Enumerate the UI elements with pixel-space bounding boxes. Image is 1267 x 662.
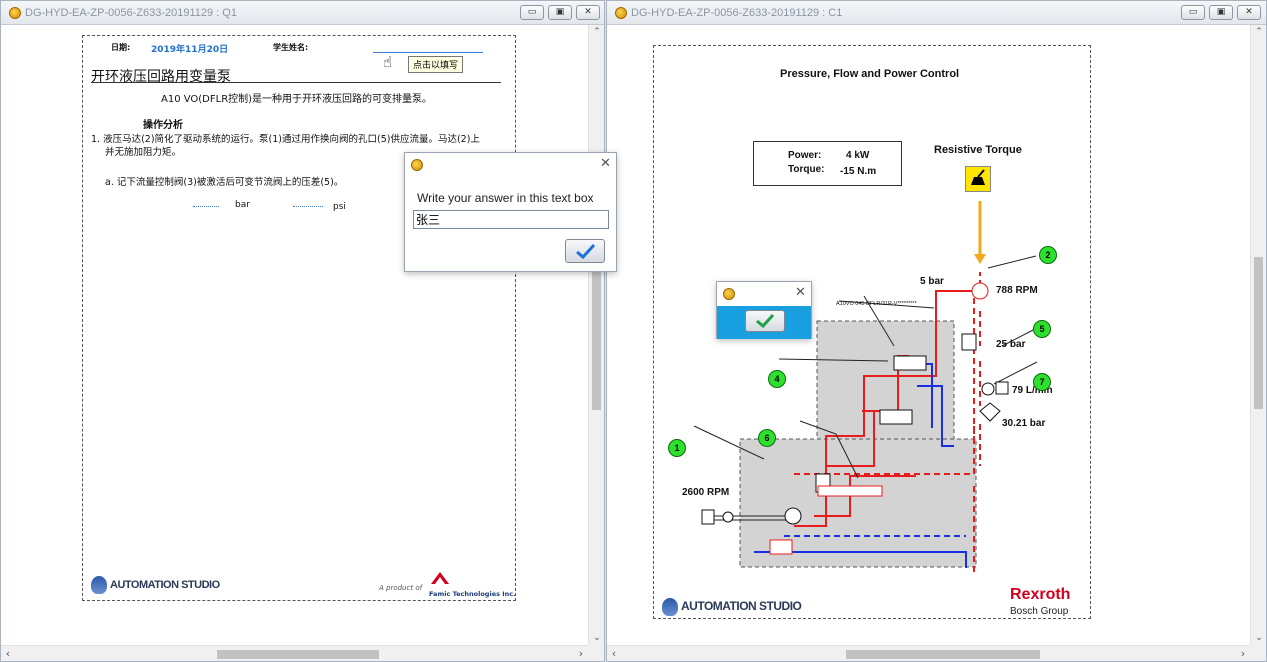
scroll-down-arrow-icon[interactable]: ⌄ <box>1251 631 1267 645</box>
student-name-label: 学生姓名: <box>273 43 309 52</box>
pump-code-label: A10VO 045 DFLR/31R-V********* <box>836 301 917 307</box>
question-item-1-line-1: 1. 液压马达(2)简化了驱动系统的运行。泵(1)通过用作换向阀的孔口(5)供应… <box>91 134 480 145</box>
scroll-up-arrow-icon[interactable]: ⌃ <box>1251 25 1267 39</box>
answer-field-bar[interactable] <box>193 206 219 207</box>
title-rule <box>91 82 501 83</box>
bosch-group-label: Bosch Group <box>1010 606 1069 617</box>
question-horizontal-scrollbar[interactable]: ‹ › <box>1 645 588 661</box>
answer-prompt: Write your answer in this text box <box>417 191 594 205</box>
scroll-left-arrow-icon[interactable]: ‹ <box>607 646 621 662</box>
minimize-button[interactable]: ▭ <box>1181 5 1205 20</box>
automation-studio-logo-mark <box>91 576 107 594</box>
document-subtitle: A10 VO(DFLR控制)是一种用于开环液压回路的可变排量泵。 <box>161 94 433 105</box>
component-badge[interactable]: 5 <box>1033 320 1051 338</box>
maximize-button[interactable]: ▣ <box>1209 5 1233 20</box>
component-badge[interactable]: 4 <box>768 370 786 388</box>
unit-bar-label: bar <box>235 200 250 210</box>
famic-logo-icon <box>431 572 449 584</box>
close-icon[interactable]: ✕ <box>600 156 611 171</box>
circuit-document-area: Pressure, Flow and Power Control Power: … <box>607 25 1250 645</box>
minimize-button[interactable]: ▭ <box>520 5 544 20</box>
circuit-window: DG-HYD-EA-ZP-0056-Z633-20191129 : C1 ▭ ▣… <box>606 0 1267 662</box>
scroll-right-arrow-icon[interactable]: › <box>1236 646 1250 662</box>
maximize-button[interactable]: ▣ <box>548 5 572 20</box>
unit-psi-label: psi <box>333 202 346 212</box>
automation-studio-logo-mark <box>662 598 678 616</box>
question-document-area: 日期: 2019年11月20日 学生姓名: ☝ 点击以填写 开环液压回路用变量泵… <box>1 25 588 645</box>
pressure-5bar-label: 5 bar <box>920 276 944 287</box>
answer-dialog: ✕ Write your answer in this text box <box>404 152 617 272</box>
confirm-button[interactable] <box>745 310 785 332</box>
footer-logo-text: AUTOMATION STUDIO <box>681 599 802 614</box>
component-badge[interactable]: 7 <box>1033 373 1051 391</box>
vertical-scroll-thumb[interactable] <box>1254 257 1263 409</box>
question-vertical-scrollbar[interactable]: ⌃ ⌄ <box>588 25 604 645</box>
component-badge[interactable]: 6 <box>758 429 776 447</box>
document-title: 开环液压回路用变量泵 <box>91 69 231 85</box>
automation-studio-icon <box>615 7 627 19</box>
window-title: DG-HYD-EA-ZP-0056-Z633-20191129 : C1 <box>631 7 843 19</box>
component-badge[interactable]: 1 <box>668 439 686 457</box>
checkmark-icon <box>756 313 775 329</box>
close-button[interactable]: ✕ <box>576 5 600 20</box>
answer-input[interactable] <box>413 210 609 229</box>
vertical-scroll-thumb[interactable] <box>592 250 601 410</box>
automation-studio-icon <box>9 7 21 19</box>
hand-cursor-icon: ☝ <box>383 53 393 71</box>
resize-grip[interactable] <box>1250 645 1266 661</box>
close-button[interactable]: ✕ <box>1237 5 1261 20</box>
footer-logo-text: AUTOMATION STUDIO <box>110 578 220 591</box>
pressure-25bar-label: 25 bar <box>996 339 1026 350</box>
question-item-a: a. 记下流量控制阀(3)被激活后可变节流阀上的压差(5)。 <box>105 177 344 188</box>
close-icon[interactable]: ✕ <box>795 285 806 300</box>
answer-field-psi[interactable] <box>293 206 323 207</box>
question-page: 日期: 2019年11月20日 学生姓名: ☝ 点击以填写 开环液压回路用变量泵… <box>82 35 516 601</box>
component-badge[interactable]: 2 <box>1039 246 1057 264</box>
scroll-up-arrow-icon[interactable]: ⌃ <box>589 25 605 39</box>
horizontal-scroll-thumb[interactable] <box>217 650 379 659</box>
circuit-vertical-scrollbar[interactable]: ⌃ ⌄ <box>1250 25 1266 645</box>
scroll-left-arrow-icon[interactable]: ‹ <box>1 646 15 662</box>
horizontal-scroll-thumb[interactable] <box>846 650 1040 659</box>
question-window: DG-HYD-EA-ZP-0056-Z633-20191129 : Q1 ▭ ▣… <box>0 0 605 662</box>
question-window-titlebar[interactable]: DG-HYD-EA-ZP-0056-Z633-20191129 : Q1 ▭ ▣… <box>1 1 604 25</box>
scroll-down-arrow-icon[interactable]: ⌄ <box>589 631 605 645</box>
fill-tooltip: 点击以填写 <box>408 56 464 73</box>
date-label: 日期: <box>111 43 131 52</box>
automation-studio-icon <box>723 288 735 300</box>
automation-studio-logo: AUTOMATION STUDIO <box>91 576 220 594</box>
footer-product-label: A product of <box>379 584 423 592</box>
date-value: 2019年11月20日 <box>151 45 229 55</box>
confirm-button[interactable] <box>565 239 605 263</box>
window-title: DG-HYD-EA-ZP-0056-Z633-20191129 : Q1 <box>25 7 237 19</box>
section-heading: 操作分析 <box>143 120 183 131</box>
automation-studio-logo: AUTOMATION STUDIO <box>662 598 802 616</box>
circuit-window-titlebar[interactable]: DG-HYD-EA-ZP-0056-Z633-20191129 : C1 ▭ ▣… <box>607 1 1266 25</box>
footer-company: Famic Technologies Inc. <box>429 590 516 598</box>
motor-rpm-label: 788 RPM <box>996 285 1038 296</box>
circuit-horizontal-scrollbar[interactable]: ‹ › <box>607 645 1250 661</box>
pump-rpm-label: 2600 RPM <box>682 487 730 498</box>
automation-studio-icon <box>411 159 423 171</box>
question-item-1-line-2: 并无施加阻力矩。 <box>105 147 182 158</box>
resize-grip[interactable] <box>588 645 604 661</box>
pressure-30bar-label: 30.21 bar <box>1002 418 1046 429</box>
scroll-right-arrow-icon[interactable]: › <box>574 646 588 662</box>
rexroth-brand: Rexroth <box>1010 586 1071 603</box>
checkmark-icon <box>576 243 596 260</box>
confirm-dialog: ✕ <box>716 281 812 339</box>
